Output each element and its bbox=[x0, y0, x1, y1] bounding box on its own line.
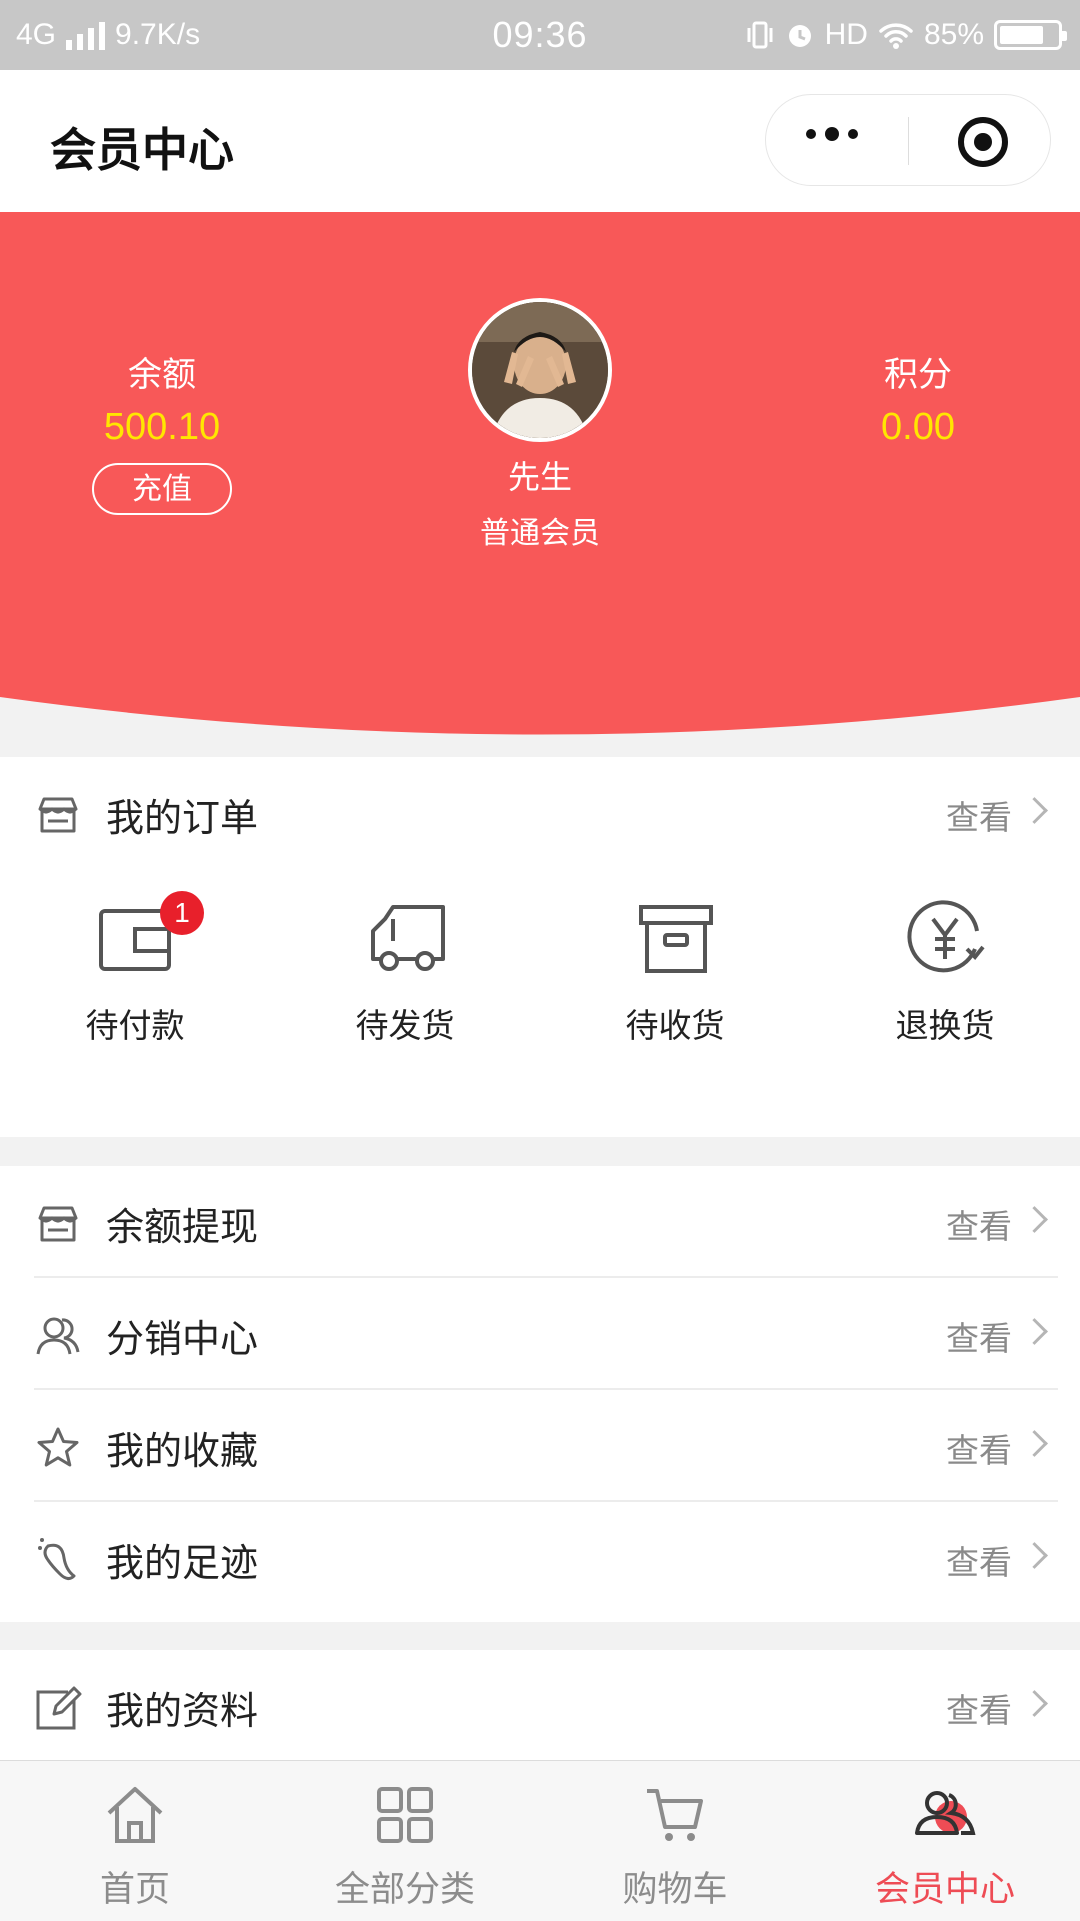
avatar[interactable] bbox=[468, 298, 612, 442]
store-icon bbox=[38, 797, 78, 833]
menu-label: 余额提现 bbox=[106, 1205, 259, 1249]
battery-icon bbox=[994, 20, 1067, 50]
store-icon bbox=[38, 1206, 78, 1242]
menu-row-distribution[interactable]: 分销中心 查看 bbox=[0, 1278, 1080, 1390]
points-block: 积分 0.00 bbox=[818, 347, 1018, 449]
order-pending-shipment[interactable]: 待发货 bbox=[270, 871, 540, 1091]
order-status-label: 退换货 bbox=[895, 1006, 995, 1045]
menu-card: 余额提现 查看 分销中心 查看 我的收藏 查看 我的足迹 查看 bbox=[0, 1166, 1080, 1622]
pending-payment-badge: 1 bbox=[160, 891, 204, 935]
tab-cart[interactable]: 购物车 bbox=[540, 1761, 810, 1921]
chevron-right-icon bbox=[1021, 1318, 1048, 1345]
profile-header: 余额 500.10 充值 先生 普通会员 积分 0.00 bbox=[0, 212, 1080, 747]
order-returns[interactable]: 退换货 bbox=[810, 871, 1080, 1091]
tab-member-center[interactable]: 会员中心 bbox=[810, 1761, 1080, 1921]
view-link[interactable]: 查看 bbox=[946, 1200, 1012, 1248]
capsule-divider bbox=[908, 117, 909, 165]
tab-label: 会员中心 bbox=[874, 1870, 1015, 1910]
home-icon bbox=[107, 1787, 163, 1843]
edit-icon bbox=[36, 1686, 82, 1730]
yen-refund-icon bbox=[907, 900, 985, 973]
order-pending-receipt[interactable]: 待收货 bbox=[540, 871, 810, 1091]
menu-label: 我的资料 bbox=[106, 1689, 259, 1733]
order-status-label: 待收货 bbox=[625, 1006, 725, 1045]
tab-label: 购物车 bbox=[622, 1870, 728, 1910]
users-icon bbox=[36, 1317, 80, 1355]
order-status-label: 待发货 bbox=[355, 1006, 455, 1045]
chevron-right-icon bbox=[1021, 797, 1048, 824]
view-link[interactable]: 查看 bbox=[946, 1312, 1012, 1360]
menu-label: 我的足迹 bbox=[106, 1541, 259, 1585]
wifi-icon bbox=[879, 23, 913, 49]
menu-row-withdraw[interactable]: 余额提现 查看 bbox=[0, 1166, 1080, 1278]
star-icon bbox=[37, 1427, 79, 1467]
chevron-right-icon bbox=[1021, 1690, 1048, 1717]
view-link[interactable]: 查看 bbox=[946, 1424, 1012, 1472]
view-link[interactable]: 查看 bbox=[946, 1536, 1012, 1584]
balance-value: 500.10 bbox=[103, 406, 221, 448]
menu-row-favorites[interactable]: 我的收藏 查看 bbox=[0, 1390, 1080, 1502]
menu-label: 我的收藏 bbox=[106, 1429, 259, 1473]
menu-row-history[interactable]: 我的足迹 查看 bbox=[0, 1502, 1080, 1614]
menu-row-profile[interactable]: 我的资料 查看 bbox=[0, 1650, 1080, 1760]
tab-label: 首页 bbox=[99, 1870, 170, 1910]
points-label: 积分 bbox=[884, 355, 952, 395]
vibrate-icon bbox=[747, 21, 773, 49]
hd-label: HD bbox=[824, 18, 868, 51]
orders-card: 我的订单 查看 1 待付款 待发货 待收货 退换货 bbox=[0, 757, 1080, 1137]
status-bar: 4G 9.7K/s 09:36 HD 85% bbox=[0, 0, 1080, 70]
cart-icon bbox=[647, 1789, 703, 1841]
status-right: HD 85% bbox=[745, 14, 1067, 56]
orders-title: 我的订单 bbox=[106, 796, 259, 840]
chevron-right-icon bbox=[1021, 1430, 1048, 1457]
grid-icon bbox=[377, 1787, 433, 1843]
battery-percent: 85% bbox=[923, 18, 984, 51]
nav-bar: 会员中心 bbox=[0, 70, 1080, 212]
order-status-list: 1 待付款 待发货 待收货 退换货 bbox=[0, 871, 1080, 1091]
points-value: 0.00 bbox=[881, 406, 955, 448]
member-level: 普通会员 bbox=[480, 516, 600, 551]
avatar-image bbox=[472, 302, 608, 438]
order-status-label: 待付款 bbox=[85, 1006, 185, 1045]
alarm-icon bbox=[788, 25, 811, 47]
orders-view-link[interactable]: 查看 bbox=[946, 791, 1012, 839]
chevron-right-icon bbox=[1021, 1206, 1048, 1233]
profile-info-card: 我的资料 查看 bbox=[0, 1650, 1080, 1760]
orders-header-row[interactable]: 我的订单 查看 bbox=[0, 757, 1080, 869]
chevron-right-icon bbox=[1021, 1542, 1048, 1569]
footprint-icon bbox=[38, 1538, 76, 1581]
tab-home[interactable]: 首页 bbox=[0, 1761, 270, 1921]
page-title: 会员中心 bbox=[50, 123, 234, 177]
view-link[interactable]: 查看 bbox=[946, 1684, 1012, 1732]
order-pending-payment[interactable]: 1 待付款 bbox=[0, 871, 270, 1091]
menu-label: 分销中心 bbox=[106, 1317, 259, 1361]
tab-label: 全部分类 bbox=[334, 1870, 475, 1910]
more-dots-icon[interactable] bbox=[806, 127, 858, 141]
box-icon bbox=[639, 905, 713, 973]
balance-label: 余额 bbox=[128, 355, 196, 395]
bottom-tab-bar: 首页 全部分类 购物车 会员中心 bbox=[0, 1760, 1080, 1921]
member-icon bbox=[915, 1791, 976, 1835]
tab-categories[interactable]: 全部分类 bbox=[270, 1761, 540, 1921]
mini-program-capsule bbox=[765, 94, 1051, 186]
truck-icon bbox=[371, 905, 445, 971]
user-name: 先生 bbox=[507, 458, 572, 496]
target-close-icon[interactable] bbox=[958, 117, 1008, 167]
